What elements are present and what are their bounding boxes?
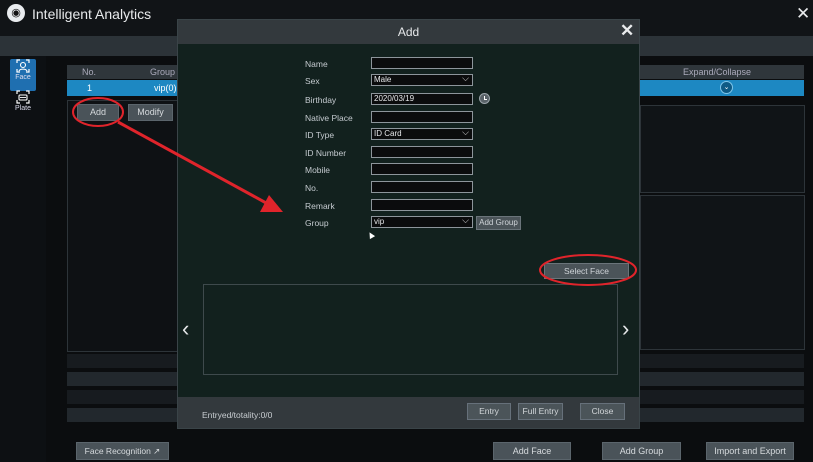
- close-icon[interactable]: ✕: [796, 4, 810, 24]
- group-select[interactable]: vip: [371, 216, 473, 228]
- camera-logo-icon: ◉: [7, 4, 25, 22]
- column-header-expand: Expand/Collapse: [683, 67, 752, 77]
- add-button[interactable]: Add: [77, 104, 119, 121]
- clock-icon[interactable]: [479, 93, 490, 104]
- group-value: vip: [374, 217, 385, 226]
- id-number-label: ID Number: [305, 148, 347, 158]
- modify-button[interactable]: Modify: [128, 104, 173, 121]
- sidebar-item-face[interactable]: Face: [10, 59, 36, 91]
- import-export-button[interactable]: Import and Export: [706, 442, 794, 460]
- sex-select[interactable]: Male: [371, 74, 473, 86]
- birthday-field[interactable]: 2020/03/19: [371, 93, 473, 105]
- add-group-button[interactable]: Add Group: [476, 216, 521, 230]
- left-nav: Face Plate: [0, 56, 46, 462]
- sex-value: Male: [374, 75, 392, 84]
- chevron-left-icon[interactable]: ‹: [182, 316, 189, 342]
- sidebar-item-plate[interactable]: Plate: [10, 90, 36, 122]
- plate-icon: [16, 90, 30, 104]
- dialog-title: Add: [397, 25, 420, 39]
- id-type-value: ID Card: [374, 129, 402, 138]
- column-header-group: Group: [150, 67, 176, 77]
- face-list-panel: [67, 100, 179, 352]
- native-place-label: Native Place: [305, 113, 353, 123]
- add-face-button[interactable]: Add Face: [493, 442, 571, 460]
- mobile-label: Mobile: [305, 165, 331, 175]
- sidebar-item-label: Plate: [15, 105, 31, 112]
- id-number-field[interactable]: [371, 146, 473, 158]
- detail-panel-top: [640, 105, 805, 193]
- sex-label: Sex: [305, 76, 320, 86]
- row-group-cell: vip(0): [154, 83, 177, 93]
- full-entry-button[interactable]: Full Entry: [518, 403, 563, 420]
- expand-icon[interactable]: ⌄: [720, 81, 733, 94]
- id-type-select[interactable]: ID Card: [371, 128, 473, 140]
- add-dialog: Add ✕ Name Sex Male Birthday 2020/03/19 …: [177, 19, 640, 429]
- entry-button[interactable]: Entry: [467, 403, 511, 420]
- native-place-field[interactable]: [371, 111, 473, 123]
- group-label: Group: [305, 218, 329, 228]
- remark-field[interactable]: [371, 199, 473, 211]
- face-recognition-button[interactable]: Face Recognition ↗: [76, 442, 169, 460]
- no-field[interactable]: [371, 181, 473, 193]
- no-label: No.: [305, 183, 319, 193]
- column-header-no: No.: [82, 67, 97, 77]
- name-field[interactable]: [371, 57, 473, 69]
- mobile-field[interactable]: [371, 163, 473, 175]
- id-type-label: ID Type: [305, 130, 335, 140]
- birthday-label: Birthday: [305, 95, 337, 105]
- face-image-area: [203, 284, 618, 375]
- row-no-cell: 1: [87, 83, 93, 93]
- select-face-button[interactable]: Select Face: [544, 263, 629, 279]
- face-icon: [16, 59, 30, 73]
- close-icon[interactable]: ✕: [620, 21, 634, 41]
- detail-panel-bottom: [640, 195, 805, 350]
- sidebar-item-label: Face: [15, 74, 31, 81]
- entry-count: Entryed/totality:0/0: [202, 410, 273, 420]
- app-title: Intelligent Analytics: [32, 6, 152, 22]
- mouse-cursor-icon: [366, 230, 376, 240]
- close-button[interactable]: Close: [580, 403, 625, 420]
- name-label: Name: [305, 59, 328, 69]
- remark-label: Remark: [305, 201, 335, 211]
- add-group-button[interactable]: Add Group: [602, 442, 681, 460]
- chevron-right-icon[interactable]: ›: [622, 316, 629, 342]
